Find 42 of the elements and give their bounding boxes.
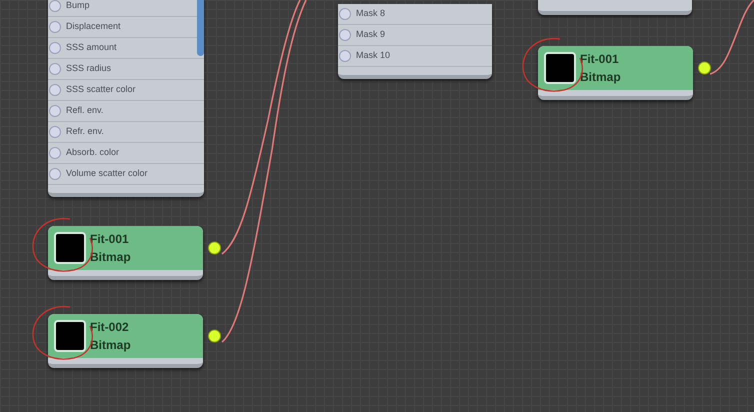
input-socket[interactable]	[49, 0, 61, 12]
input-socket[interactable]	[49, 105, 61, 117]
socket-label: SSS scatter color	[66, 83, 136, 96]
socket-label: Mask 10	[356, 49, 390, 62]
scrollbar[interactable]	[197, 0, 204, 56]
bitmap-node[interactable]: Fit-002 Bitmap	[48, 314, 203, 368]
input-socket[interactable]	[49, 126, 61, 138]
node-name: Fit-002	[90, 319, 130, 336]
node-type: Bitmap	[580, 69, 621, 86]
input-socket[interactable]	[339, 50, 351, 62]
socket-label: Bump	[66, 0, 90, 12]
socket-label: SSS amount	[66, 41, 117, 54]
thumbnail	[54, 320, 86, 352]
socket-label: Mask 8	[356, 7, 386, 20]
socket-label: Mask 9	[356, 28, 386, 42]
socket-label: Refr. env.	[66, 125, 104, 138]
input-socket[interactable]	[339, 29, 351, 41]
output-socket[interactable]	[208, 242, 221, 254]
input-socket[interactable]	[49, 84, 61, 96]
socket-label: Volume scatter color	[66, 167, 148, 180]
socket-label: Absorb. color	[66, 146, 120, 160]
bitmap-node[interactable]: Fit-001 Bitmap	[48, 226, 203, 280]
node-panel[interactable]: Bump Displacement SSS amount SSS radius SSS scatter color Refl. env. Refr. env. Absorb. color Volume scatter color	[48, 0, 204, 197]
output-socket[interactable]	[698, 62, 711, 74]
thumbnail	[544, 52, 576, 84]
input-socket[interactable]	[49, 63, 61, 75]
node-name: Fit-001	[580, 51, 620, 68]
socket-label: Refl. env.	[66, 104, 104, 118]
input-socket[interactable]	[49, 147, 61, 159]
input-socket[interactable]	[49, 21, 61, 33]
node-type: Bitmap	[90, 337, 131, 354]
socket-label: Displacement	[66, 20, 121, 34]
node-type: Bitmap	[90, 249, 131, 266]
node-name: Fit-001	[90, 231, 130, 248]
input-socket[interactable]	[339, 8, 351, 20]
thumbnail	[54, 232, 86, 264]
bitmap-node[interactable]: Fit-001 Bitmap	[538, 46, 693, 100]
output-socket[interactable]	[208, 330, 221, 342]
socket-label: SSS radius	[66, 62, 112, 76]
input-socket[interactable]	[49, 168, 61, 180]
input-socket[interactable]	[49, 42, 61, 54]
node-panel[interactable]: Mask 8 Mask 9 Mask 10	[338, 4, 492, 79]
